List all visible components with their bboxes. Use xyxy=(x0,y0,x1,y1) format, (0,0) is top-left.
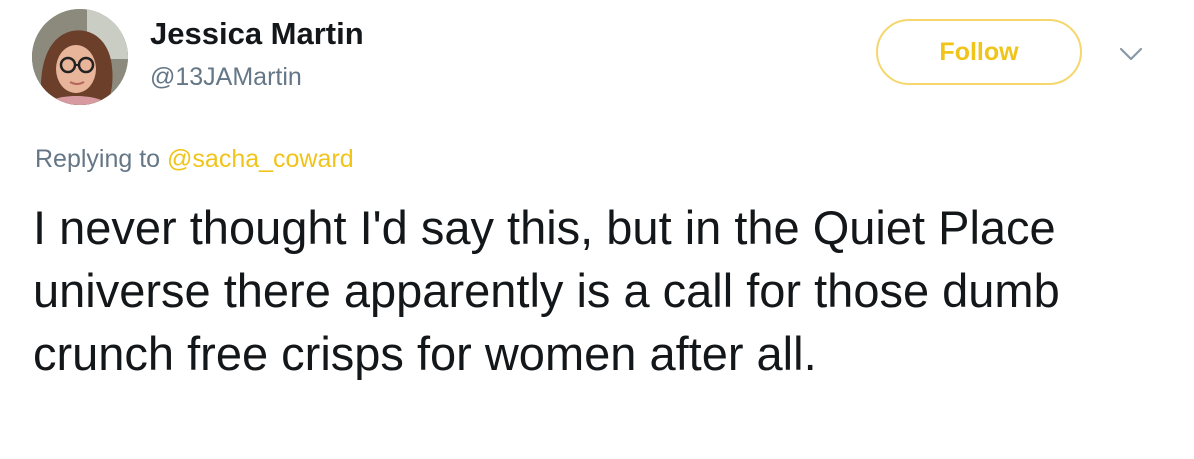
display-name[interactable]: Jessica Martin xyxy=(150,16,364,52)
reply-target-link[interactable]: @sacha_coward xyxy=(167,145,354,173)
tweet-card: Jessica Martin @13JAMartin Follow Replyi… xyxy=(0,0,1194,459)
avatar-photo-icon xyxy=(32,9,128,105)
chevron-down-icon xyxy=(1119,47,1143,61)
replying-to-prefix: Replying to xyxy=(35,145,161,173)
user-handle[interactable]: @13JAMartin xyxy=(150,63,302,92)
replying-to-line: Replying to @sacha_coward xyxy=(35,145,354,174)
avatar[interactable] xyxy=(32,9,128,105)
tweet-text: I never thought I'd say this, but in the… xyxy=(33,201,1060,380)
more-options-button[interactable] xyxy=(1118,44,1144,64)
follow-button-label: Follow xyxy=(939,37,1019,66)
follow-button[interactable]: Follow xyxy=(876,19,1082,85)
